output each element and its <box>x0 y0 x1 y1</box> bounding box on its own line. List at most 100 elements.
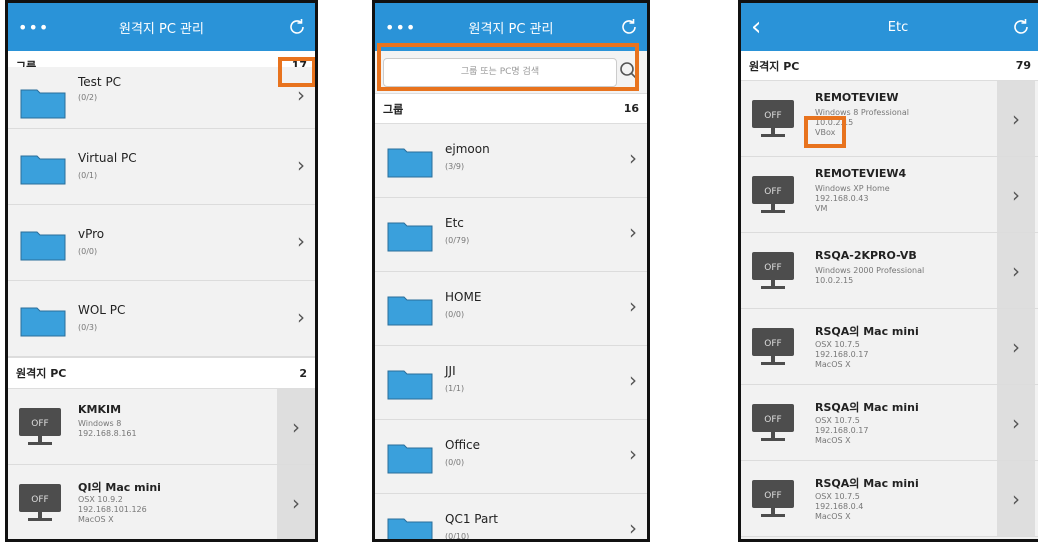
svg-text:OFF: OFF <box>31 419 48 429</box>
pc-detail-button[interactable]: › <box>997 309 1035 384</box>
list-item[interactable]: HOME (0/0) › <box>375 272 647 346</box>
group-header-label: 그룹 <box>383 102 404 116</box>
pc-ip: 192.168.0.17 <box>815 350 869 359</box>
list-item[interactable]: Test PC (0/2) › <box>8 67 315 129</box>
pc-detail-button[interactable]: › <box>277 389 315 464</box>
folder-icon <box>20 155 66 185</box>
folder-icon <box>387 518 433 539</box>
pc-ip: 192.168.8.161 <box>78 429 137 438</box>
pc-header-label: 원격지 PC <box>16 367 67 380</box>
refresh-icon[interactable] <box>287 3 307 51</box>
refresh-icon[interactable] <box>1011 3 1031 51</box>
chevron-right-icon: › <box>292 414 300 439</box>
chevron-right-icon: › <box>1012 258 1020 283</box>
list-item[interactable]: QC1 Part (0/10) › <box>375 494 647 540</box>
list-item[interactable]: Virtual PC (0/1) › <box>8 129 315 205</box>
list-item[interactable]: Etc (0/79) › <box>375 198 647 272</box>
folder-icon <box>20 307 66 337</box>
pc-name: RSQA-2KPRO-VB <box>815 249 917 262</box>
folder-count: (0/0) <box>445 458 465 467</box>
monitor-icon: OFF <box>752 328 794 365</box>
pc-type-tag: VM <box>815 204 828 213</box>
folder-count: (0/0) <box>445 310 465 319</box>
list-item[interactable]: OFF KMKIM Windows 8 192.168.8.161 › <box>8 389 315 465</box>
pc-os: Windows XP Home <box>815 184 890 193</box>
pc-name: KMKIM <box>78 403 122 416</box>
list-item[interactable]: OFF REMOTEVIEW Windows 8 Professional 10… <box>741 81 1038 157</box>
monitor-icon: OFF <box>19 408 61 445</box>
page-title: 원격지 PC 관리 <box>119 21 204 37</box>
more-dots-icon[interactable]: ••• <box>18 3 49 51</box>
pc-os: OSX 10.7.5 <box>815 492 860 501</box>
chevron-right-icon: › <box>1012 410 1020 435</box>
folder-count: (3/9) <box>445 162 465 171</box>
pc-detail-button[interactable]: › <box>997 385 1035 460</box>
pc-section-header: 원격지 PC 79 <box>741 51 1038 81</box>
list-item[interactable]: OFF RSQA의 Mac mini OSX 10.7.5 192.168.0.… <box>741 385 1038 461</box>
pc-detail-button[interactable]: › <box>997 461 1035 536</box>
svg-text:OFF: OFF <box>764 415 781 425</box>
svg-text:OFF: OFF <box>764 491 781 501</box>
folder-count: (0/2) <box>78 93 98 102</box>
folder-count: (0/1) <box>78 171 98 180</box>
chevron-right-icon: › <box>629 220 637 244</box>
pc-type-tag: MacOS X <box>815 436 851 445</box>
list-item[interactable]: OFF REMOTEVIEW4 Windows XP Home 192.168.… <box>741 157 1038 233</box>
chevron-right-icon: › <box>297 305 305 329</box>
pc-detail-button[interactable]: › <box>997 81 1035 156</box>
chevron-right-icon: › <box>629 516 637 540</box>
list-item[interactable]: OFF RSQA의 Mac mini OSX 10.7.5 192.168.0.… <box>741 309 1038 385</box>
list-item[interactable]: JJI (1/1) › <box>375 346 647 420</box>
pc-name: REMOTEVIEW4 <box>815 167 907 180</box>
pc-ip: 192.168.101.126 <box>78 505 147 514</box>
folder-name: QC1 Part <box>445 512 498 526</box>
pc-os: Windows 8 <box>78 419 122 428</box>
folder-icon <box>387 148 433 178</box>
monitor-icon: OFF <box>752 404 794 441</box>
pc-ip: 10.0.2.15 <box>815 276 854 285</box>
folder-name: vPro <box>78 227 105 241</box>
folder-icon <box>20 89 66 119</box>
list-item[interactable]: OFF RSQA-2KPRO-VB Windows 2000 Professio… <box>741 233 1038 309</box>
chevron-right-icon: › <box>297 229 305 253</box>
folder-name: ejmoon <box>445 142 490 156</box>
list-item[interactable]: OFF QI의 Mac mini OSX 10.9.2 192.168.101.… <box>8 465 315 539</box>
folder-count: (0/0) <box>78 247 98 256</box>
svg-text:OFF: OFF <box>764 263 781 273</box>
pc-ip: 192.168.0.17 <box>815 426 869 435</box>
pc-header-label: 원격지 PC <box>749 59 800 73</box>
list-item[interactable]: OFF RSQA의 Mac mini OSX 10.7.5 192.168.0.… <box>741 461 1038 537</box>
pc-detail-button[interactable]: › <box>997 233 1035 308</box>
back-chevron-icon[interactable]: ‹ <box>751 3 762 51</box>
page-title: Etc <box>887 19 909 35</box>
chevron-right-icon: › <box>297 153 305 177</box>
svg-text:OFF: OFF <box>764 339 781 349</box>
pc-name: REMOTEVIEW <box>815 91 899 104</box>
pc-ip: 192.168.0.43 <box>815 194 869 203</box>
screen-group-list: ••• 원격지 PC 관리 그룹 17 Test PC (0/2) › Virt… <box>5 0 318 542</box>
folder-icon <box>387 222 433 252</box>
svg-text:OFF: OFF <box>764 111 781 121</box>
list-item[interactable]: vPro (0/0) › <box>8 205 315 281</box>
group-section-header: 그룹 16 <box>375 94 647 124</box>
pc-ip: 192.168.0.4 <box>815 502 864 511</box>
folder-name: Test PC <box>78 75 122 89</box>
pc-name: RSQA의 Mac mini <box>815 401 919 414</box>
pc-detail-button[interactable]: › <box>277 465 315 539</box>
list-item[interactable]: ejmoon (3/9) › <box>375 124 647 198</box>
folder-icon <box>387 444 433 474</box>
pc-name: RSQA의 Mac mini <box>815 325 919 338</box>
list-item[interactable]: Office (0/0) › <box>375 420 647 494</box>
list-item[interactable]: WOL PC (0/3) › <box>8 281 315 357</box>
folder-count: (1/1) <box>445 384 465 393</box>
highlight-box <box>278 57 315 87</box>
page-title: 원격지 PC 관리 <box>468 21 554 37</box>
screen-group-search: ••• 원격지 PC 관리 그룹 또는 PC명 검색 그룹 16 ejmoon … <box>372 0 650 542</box>
pc-os: OSX 10.7.5 <box>815 416 860 425</box>
pc-detail-button[interactable]: › <box>997 157 1035 232</box>
top-bar: ••• 원격지 PC 관리 <box>8 3 315 51</box>
top-bar: ‹ Etc <box>741 3 1038 51</box>
chevron-right-icon: › <box>629 294 637 318</box>
monitor-icon: OFF <box>752 252 794 289</box>
pc-os: OSX 10.9.2 <box>78 495 123 504</box>
